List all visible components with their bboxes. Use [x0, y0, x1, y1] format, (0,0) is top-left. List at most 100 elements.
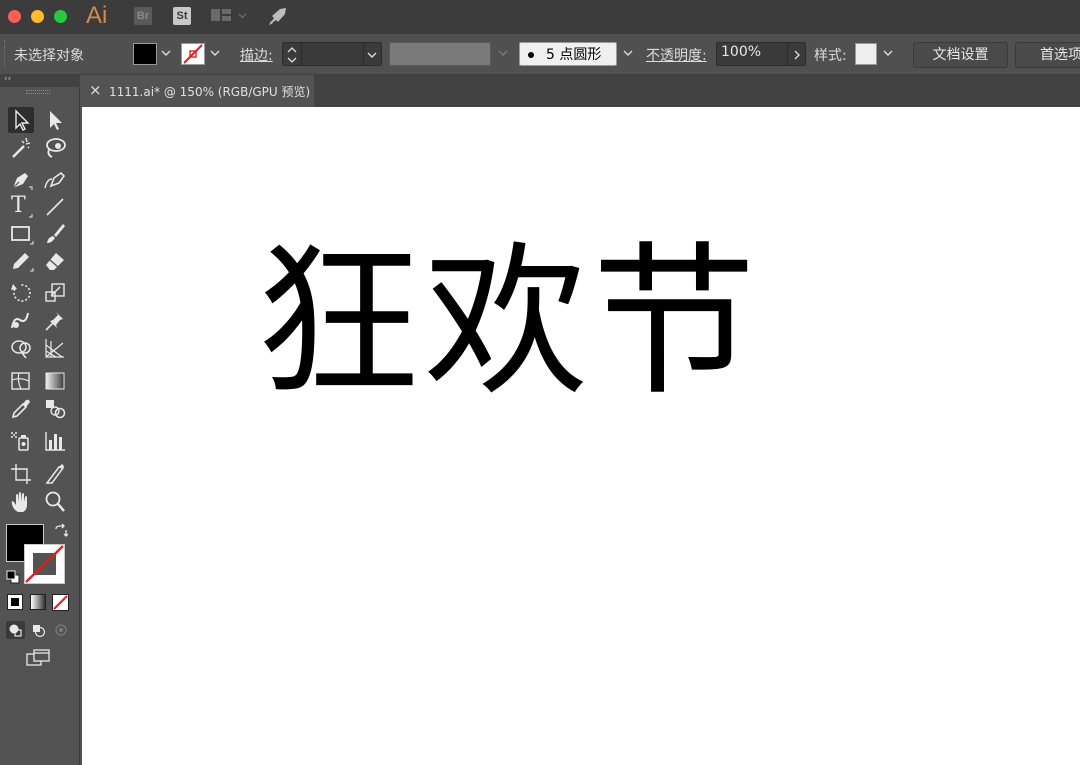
pen-nib-icon	[12, 173, 33, 190]
fill-dropdown[interactable]	[158, 42, 174, 66]
column-graph-tool[interactable]	[42, 428, 68, 454]
default-colors-icon	[6, 570, 20, 584]
artboard-tool[interactable]	[8, 461, 34, 487]
graphic-style-swatch[interactable]	[855, 43, 877, 65]
pen-tool[interactable]	[8, 167, 34, 193]
gradient-button[interactable]	[30, 594, 46, 610]
screen-mode-icon	[26, 649, 50, 666]
draw-behind-icon	[33, 625, 46, 638]
artwork-text[interactable]: 狂欢节	[256, 228, 776, 418]
selection-tool[interactable]	[8, 107, 34, 133]
document-tab[interactable]: × 1111.ai* @ 150% (RGB/GPU 预览)	[82, 75, 314, 107]
graphic-style-dropdown[interactable]	[880, 42, 896, 66]
zoom-tool[interactable]	[42, 489, 68, 515]
collapse-panel-icon[interactable]: ‹‹	[4, 74, 11, 84]
opacity-field[interactable]: 100%	[716, 42, 806, 66]
pin-icon	[45, 312, 63, 331]
stroke-label[interactable]: 描边:	[240, 45, 273, 65]
mesh-tool[interactable]	[8, 368, 34, 394]
direct-selection-tool[interactable]	[42, 107, 68, 133]
variable-width-profile[interactable]	[389, 42, 491, 66]
symbol-sprayer-tool[interactable]	[8, 428, 34, 454]
lasso-icon	[46, 138, 66, 158]
chevron-down-icon	[883, 50, 893, 56]
stroke-color-box[interactable]	[24, 544, 65, 584]
perspective-grid-tool[interactable]	[42, 335, 68, 361]
rotate-icon	[11, 284, 31, 302]
title-bar: Ai Br St	[0, 0, 1080, 34]
chevron-down-icon	[367, 52, 377, 58]
warp-tool[interactable]	[8, 308, 34, 334]
lasso-tool[interactable]	[42, 135, 68, 161]
bridge-button[interactable]: Br	[134, 7, 152, 25]
gpu-performance-button[interactable]	[266, 6, 288, 28]
swap-fill-stroke-button[interactable]	[53, 523, 69, 539]
eraser-icon	[46, 253, 64, 270]
chevron-down-icon	[210, 50, 220, 56]
tools-panel-header[interactable]: ‹‹	[0, 74, 80, 87]
close-tab-icon[interactable]: ×	[89, 81, 102, 99]
curvature-pen-icon	[44, 171, 66, 189]
control-bar-grip[interactable]	[4, 40, 6, 68]
brush-dropdown[interactable]	[620, 42, 636, 66]
none-button[interactable]	[52, 594, 69, 611]
line-segment-icon	[46, 198, 64, 216]
hand-icon	[11, 492, 27, 512]
stock-button[interactable]: St	[173, 7, 191, 25]
draw-behind-button[interactable]	[29, 621, 48, 639]
type-tool[interactable]: T	[8, 193, 34, 220]
mesh-icon	[11, 372, 30, 390]
zoom-window-button[interactable]	[54, 10, 67, 23]
line-segment-tool[interactable]	[42, 194, 68, 220]
brush-definition-field[interactable]: 5 点圆形	[519, 42, 617, 66]
fill-swatch[interactable]	[133, 43, 157, 65]
shape-builder-icon	[11, 340, 31, 359]
stroke-dropdown[interactable]	[207, 42, 223, 66]
color-button[interactable]	[7, 594, 23, 610]
symbol-sprayer-icon	[11, 432, 29, 451]
preferences-button[interactable]: 首选项	[1015, 42, 1080, 68]
pencil-tool[interactable]	[8, 248, 34, 274]
solid-color-icon	[11, 598, 19, 606]
stroke-swatch[interactable]	[181, 43, 205, 65]
tools-panel-grip[interactable]	[26, 90, 50, 94]
swap-arrows-icon	[55, 523, 69, 537]
curvature-tool[interactable]	[42, 167, 68, 193]
shape-builder-tool[interactable]	[8, 335, 34, 361]
change-screen-mode-button[interactable]	[25, 648, 53, 668]
opacity-label[interactable]: 不透明度:	[646, 45, 707, 65]
close-window-button[interactable]	[8, 10, 21, 23]
default-fill-stroke-button[interactable]	[6, 569, 20, 584]
paintbrush-icon	[47, 224, 65, 243]
artboard-canvas[interactable]	[82, 107, 1080, 765]
eraser-tool[interactable]	[42, 248, 68, 274]
eyedropper-tool[interactable]	[8, 396, 34, 422]
round-brush-icon	[528, 52, 534, 58]
draw-inside-icon	[55, 624, 67, 636]
gradient-tool[interactable]	[42, 368, 68, 394]
width-profile-dropdown[interactable]	[495, 42, 511, 66]
minimize-window-button[interactable]	[31, 10, 44, 23]
rocket-icon	[269, 8, 286, 25]
magic-wand-tool[interactable]	[8, 135, 34, 161]
stroke-weight-field[interactable]	[282, 42, 382, 66]
hand-tool[interactable]	[8, 489, 34, 515]
rotate-tool[interactable]	[8, 280, 34, 306]
draw-normal-button[interactable]	[6, 621, 25, 639]
no-stroke-icon	[183, 44, 203, 64]
app-logo: Ai	[86, 2, 108, 29]
direct-selection-arrow-icon	[50, 111, 62, 130]
scale-tool[interactable]	[42, 280, 68, 306]
workspace-switcher[interactable]	[211, 9, 249, 25]
draw-inside-button[interactable]	[52, 621, 71, 639]
brush-profile-label: 5 点圆形	[546, 47, 602, 63]
slice-tool[interactable]	[42, 461, 68, 487]
rectangle-tool[interactable]	[8, 221, 34, 247]
blend-tool[interactable]	[42, 396, 68, 422]
paintbrush-tool[interactable]	[42, 221, 68, 247]
document-setup-button[interactable]: 文档设置	[913, 42, 1008, 68]
puppet-warp-tool[interactable]	[42, 308, 68, 334]
blend-icon	[46, 400, 66, 419]
perspective-grid-icon	[45, 339, 64, 358]
chevron-right-icon[interactable]	[790, 44, 804, 66]
